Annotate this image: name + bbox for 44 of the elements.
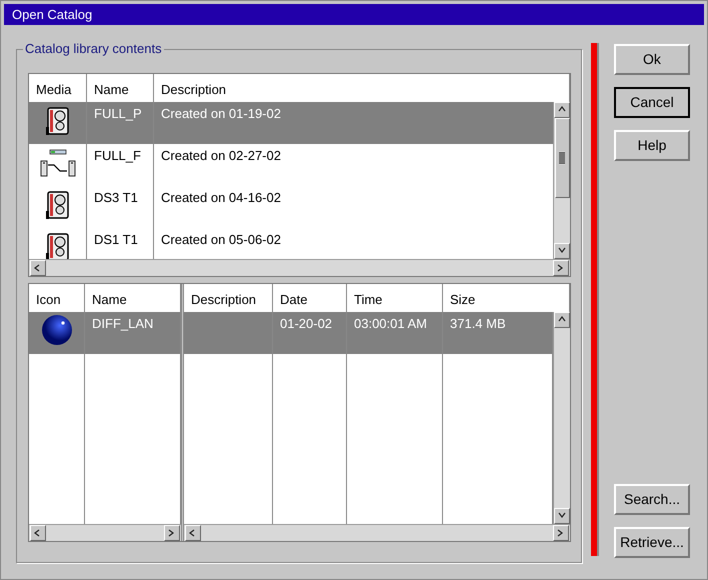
table-row[interactable]: FULL_P Created on 01-19-02 — [29, 102, 553, 144]
tape-cartridge-icon — [44, 233, 70, 259]
table-cell-text: 03:00:01 AM — [353, 315, 428, 333]
horizontal-scrollbar[interactable] — [184, 524, 570, 541]
table-cell-text: Created on 01-19-02 — [160, 105, 282, 123]
table-row[interactable]: 01-20-02 03:00:01 AM 371.4 MB — [184, 312, 553, 354]
table-cell-text: 01-20-02 — [279, 315, 334, 333]
scroll-arrow-button[interactable] — [30, 260, 46, 276]
table-cell-text: Created on 04-16-02 — [160, 189, 282, 207]
scroll-arrow-button[interactable] — [185, 525, 201, 541]
table-cell-text: DIFF_LAN — [91, 315, 154, 333]
table-cell-text: 371.4 MB — [449, 315, 507, 333]
scroll-arrow-button[interactable] — [554, 243, 570, 259]
dialog-button[interactable]: Ok — [614, 44, 690, 75]
table-cell-text: DS3 T1 — [93, 189, 139, 207]
tape-cartridge-icon — [44, 107, 70, 136]
dialog-button[interactable]: Retrieve... — [614, 527, 690, 558]
table-cell-text: FULL_F — [93, 147, 142, 165]
tape-cartridge-icon — [44, 191, 70, 220]
dialog-button[interactable]: Cancel — [614, 87, 690, 118]
connected-drives-icon — [40, 149, 76, 178]
scroll-arrow-button[interactable] — [554, 312, 570, 328]
table-cell-text: DS1 T1 — [93, 231, 139, 249]
horizontal-scrollbar[interactable] — [29, 259, 570, 276]
table-row[interactable]: DIFF_LAN — [29, 312, 181, 354]
sphere-icon — [40, 314, 72, 346]
scroll-arrow-button[interactable] — [553, 260, 569, 276]
scroll-arrow-button[interactable] — [164, 525, 180, 541]
scroll-arrow-button[interactable] — [30, 525, 46, 541]
grip-icon — [558, 152, 566, 164]
scroll-arrow-button[interactable] — [553, 525, 569, 541]
table-cell-text: FULL_P — [93, 105, 143, 123]
vertical-scrollbar[interactable] — [553, 102, 570, 259]
window-title: Open Catalog — [12, 6, 92, 24]
scroll-arrow-button[interactable] — [554, 508, 570, 524]
group-label: Catalog library contents — [23, 41, 164, 57]
table-cell-text: Created on 02-27-02 — [160, 147, 282, 165]
dialog-button[interactable]: Search... — [614, 484, 690, 515]
scroll-arrow-button[interactable] — [554, 102, 570, 118]
table-cell-text: Created on 05-06-02 — [160, 231, 282, 249]
vertical-scrollbar[interactable] — [553, 312, 570, 524]
scroll-thumb[interactable] — [554, 118, 570, 198]
dialog-button[interactable]: Help — [614, 130, 690, 161]
horizontal-scrollbar[interactable] — [29, 524, 181, 541]
